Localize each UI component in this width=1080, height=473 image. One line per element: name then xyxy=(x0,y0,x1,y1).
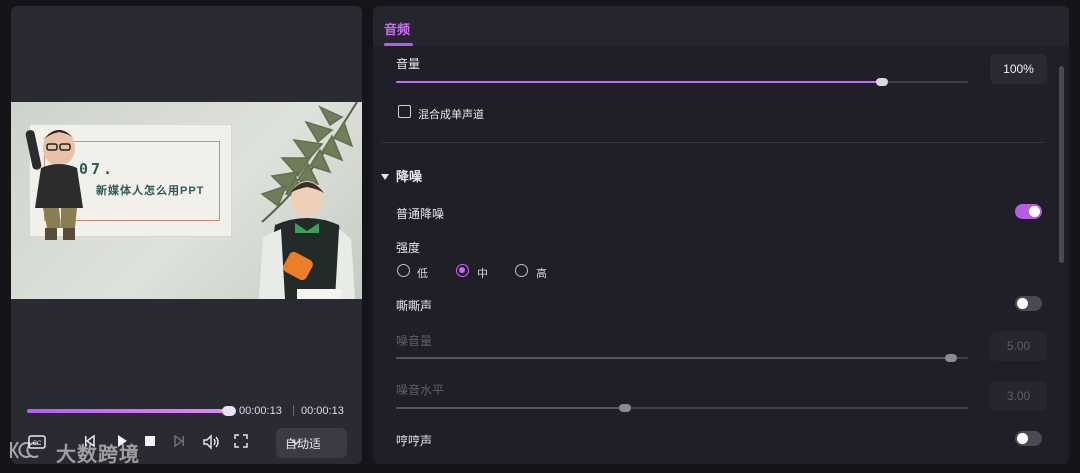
watermark-logo-icon xyxy=(8,438,48,467)
noise-volume-value[interactable]: 5.00 xyxy=(990,331,1047,361)
noise-level-slider[interactable] xyxy=(396,404,968,412)
volume-icon[interactable] xyxy=(202,434,220,454)
noise-level-value[interactable]: 3.00 xyxy=(990,381,1047,411)
auto-fit-select[interactable]: 自动适配 xyxy=(276,428,347,458)
auto-fit-label: 自动适配 xyxy=(285,436,320,451)
tab-active-indicator xyxy=(384,43,413,46)
mix-mono-checkbox[interactable] xyxy=(398,105,411,118)
volume-value-input[interactable]: 100% xyxy=(990,54,1047,84)
avatar-left-figure xyxy=(25,130,83,240)
toggle-knob xyxy=(1029,206,1040,217)
hiss-label: 嘶嘶声 xyxy=(396,299,433,313)
watermark: 大数跨境 xyxy=(8,438,140,467)
hum-toggle[interactable] xyxy=(1015,431,1042,446)
audio-settings-panel: 音频 音量 100% 混合成单声道 降噪 普通降噪 强度 低 中 高 嘶嘶声 噪… xyxy=(373,6,1069,464)
strength-medium-radio[interactable] xyxy=(456,264,469,277)
current-time: 00:00:13 xyxy=(239,405,282,417)
noise-volume-label: 噪音量 xyxy=(396,334,433,348)
hum-label: 哼哼声 xyxy=(396,434,433,448)
normal-denoise-toggle[interactable] xyxy=(1015,204,1042,219)
progress-handle[interactable] xyxy=(222,406,236,416)
video-frame: 07. 新媒体人怎么用PPT xyxy=(11,102,362,299)
strength-high-label: 高 xyxy=(536,268,547,280)
volume-slider[interactable] xyxy=(396,78,968,86)
playback-timeline[interactable]: 00:00:13 | 00:00:13 xyxy=(27,404,347,419)
strength-medium-label: 中 xyxy=(477,268,488,280)
stop-icon[interactable] xyxy=(143,434,157,452)
avatar-right-figure xyxy=(259,181,355,299)
toggle-knob xyxy=(1017,433,1028,444)
noise-volume-fill xyxy=(396,357,951,359)
tab-audio[interactable]: 音频 xyxy=(384,19,410,38)
section-divider xyxy=(381,142,1045,143)
watermark-text: 大数跨境 xyxy=(56,444,140,466)
denoise-section-title[interactable]: 降噪 xyxy=(396,166,422,185)
progress-track[interactable] xyxy=(27,406,236,416)
next-frame-icon[interactable] xyxy=(172,434,186,452)
volume-label: 音量 xyxy=(396,57,421,71)
tab-bar: 音频 xyxy=(373,6,1069,46)
fullscreen-icon[interactable] xyxy=(234,434,248,452)
caret-down-icon[interactable] xyxy=(380,169,390,185)
progress-fill xyxy=(27,409,228,413)
total-time: 00:00:13 xyxy=(301,405,344,417)
noise-volume-handle[interactable] xyxy=(945,354,957,362)
slide-title: 新媒体人怎么用PPT xyxy=(96,185,205,197)
volume-slider-fill xyxy=(396,81,882,83)
strength-low-radio[interactable] xyxy=(397,264,410,277)
normal-denoise-label: 普通降噪 xyxy=(396,207,445,221)
time-separator: | xyxy=(292,404,295,416)
noise-volume-slider[interactable] xyxy=(396,354,968,362)
noise-level-label: 噪音水平 xyxy=(396,383,445,397)
scrollbar[interactable] xyxy=(1059,66,1064,263)
toggle-knob xyxy=(1017,298,1028,309)
noise-level-handle[interactable] xyxy=(619,404,631,412)
preview-panel: 07. 新媒体人怎么用PPT 00:00:13 | 00:00:13 CC 自动… xyxy=(11,6,362,464)
mix-mono-label: 混合成单声道 xyxy=(418,109,484,121)
strength-high-radio[interactable] xyxy=(515,264,528,277)
strength-low-label: 低 xyxy=(417,268,428,280)
hiss-toggle[interactable] xyxy=(1015,296,1042,311)
strength-label: 强度 xyxy=(396,241,421,255)
noise-level-fill xyxy=(396,407,625,409)
volume-slider-handle[interactable] xyxy=(876,78,888,86)
